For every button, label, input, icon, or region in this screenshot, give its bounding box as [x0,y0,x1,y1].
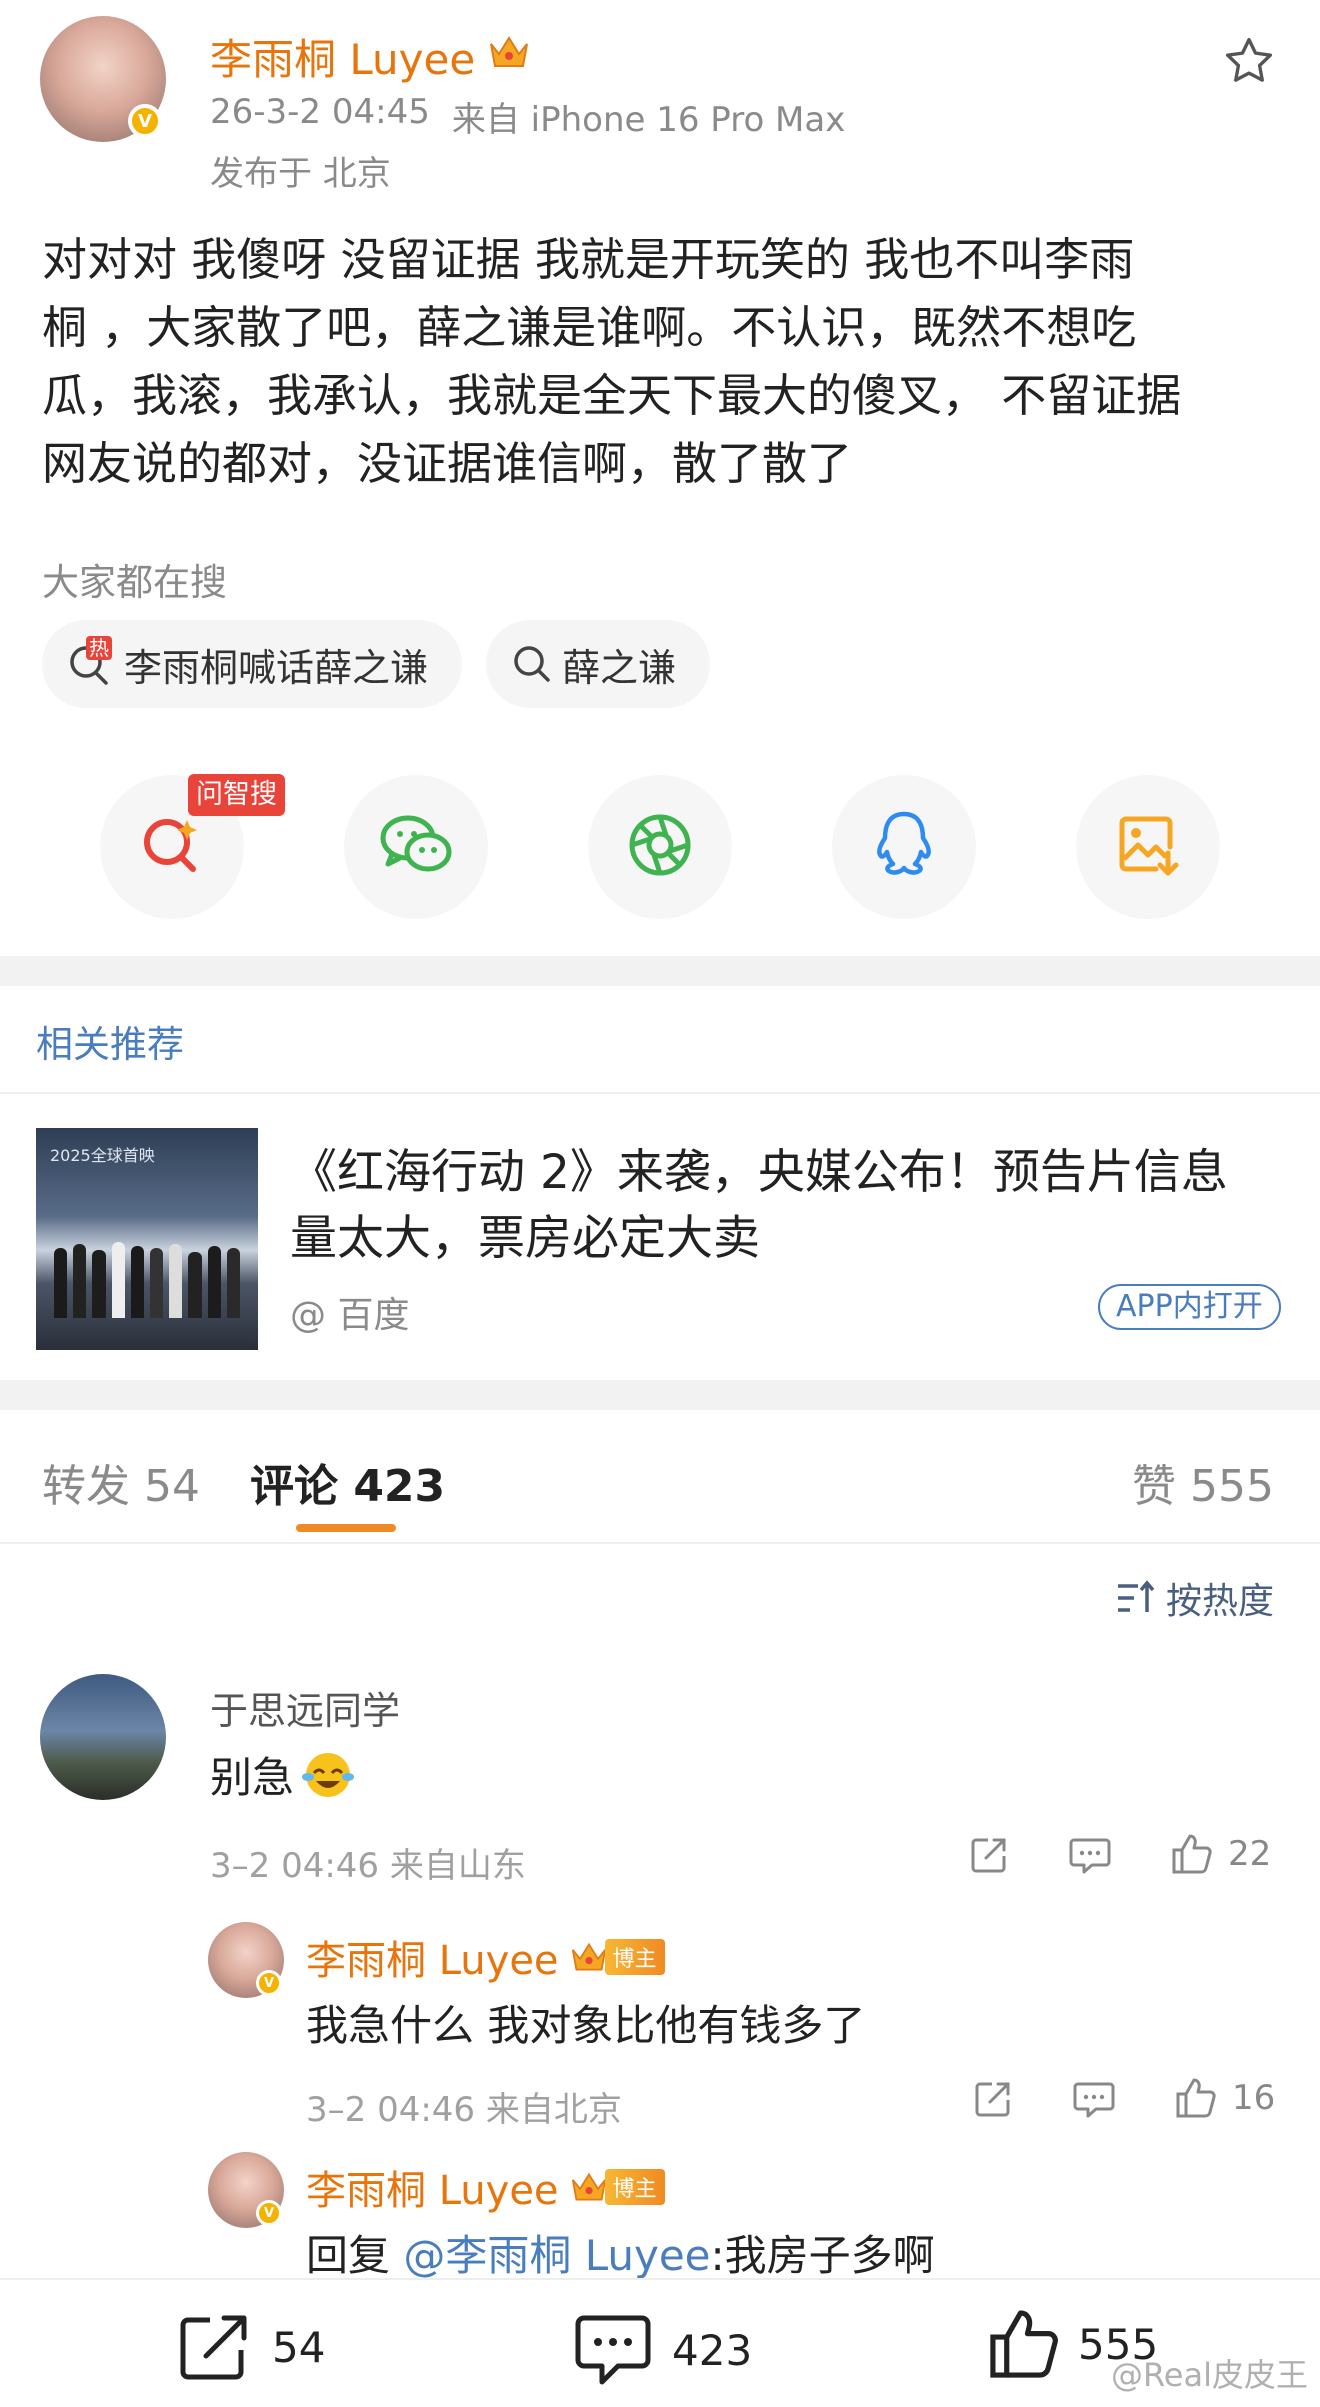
related-thumbnail: 2025全球首映 [36,1128,258,1350]
reply-text: 我急什么 我对象比他有钱多了 [306,2001,866,2050]
moments-icon [626,811,694,883]
comment-bubble-icon [1068,1836,1112,1880]
bottom-comment-button[interactable]: 423 [574,2314,752,2386]
thumbs-up-icon [1170,1832,1214,1876]
divider-line [0,1542,1320,1544]
post-text: 对对对 我傻呀 没留证据 我就是开玩笑的 我也不叫李雨 桐 ，大家散了吧，薛之谦… [42,226,1181,498]
post-text-line: 桐 ，大家散了吧，薛之谦是谁啊。不认识，既然不想吃 [42,301,1137,354]
thumbs-up-icon [986,2306,1062,2382]
post-location: 发布于 北京 [210,154,391,194]
reply-share-button[interactable] [972,2078,1014,2124]
comment-body: 别急 [210,1744,356,1805]
reply-like-button[interactable]: 16 [1174,2076,1275,2120]
reply-author-row[interactable]: 李雨桐 Luyee 博主 [306,1928,665,1986]
share-moments[interactable] [588,775,732,919]
related-title: 《红海行动 2》来袭，央媒公布！预告片信息 量太大，票房必定大卖 [290,1140,1228,1272]
search-icon [512,644,552,684]
verified-badge-icon: V [256,2200,282,2226]
reply-author-name[interactable]: 李雨桐 Luyee [306,2158,559,2216]
sort-icon [1116,1580,1156,1616]
crown-icon [487,32,531,82]
share-wechat[interactable] [344,775,488,919]
related-source: @ 百度 [290,1295,410,1336]
post-text-line: 网友说的都对，没证据谁信啊，散了散了 [42,437,853,490]
reply-author-row[interactable]: 李雨桐 Luyee 博主 [306,2158,665,2216]
crown-icon [569,2169,609,2205]
commenter-avatar[interactable] [40,1674,166,1800]
laughing-tears-emoji-icon [300,1749,356,1801]
verified-badge-icon: V [256,1970,282,1996]
hot-search-icon: 热 [68,636,112,686]
tab-comments[interactable]: 评论 423 [250,1450,445,1514]
post-meta: 26-3-2 04:45 来自 iPhone 16 Pro Max [210,92,845,141]
verified-badge-icon: V [128,104,162,138]
reply-prefix: 回复 [306,2231,404,2280]
bottom-action-bar: 54 423 555 @Real皮皮王 [0,2278,1320,2407]
wechat-icon [378,812,454,882]
post-time: 26-3-2 04:45 [210,92,430,132]
tab-repost[interactable]: 转发 54 [42,1450,200,1514]
reply-meta: 3–2 04:46 来自北京 [306,2090,622,2130]
thumbnail-caption: 2025全球首映 [50,1146,155,1165]
related-heading: 相关推荐 [36,1023,184,1066]
post-text-line: 对对对 我傻呀 没留证据 我就是开玩笑的 我也不叫李雨 [42,233,1135,286]
crown-icon [569,1939,609,1975]
app-open-button[interactable]: APP内打开 [1098,1284,1281,1330]
author-name-row[interactable]: 李雨桐 Luyee [210,26,531,87]
watermark: @Real皮皮王 [1111,2356,1308,2394]
bottom-repost-button[interactable]: 54 [176,2312,325,2382]
like-count: 22 [1228,1834,1272,1874]
mention-link[interactable]: @李雨桐 Luyee [403,2231,710,2280]
author-name[interactable]: 李雨桐 Luyee [210,26,475,87]
trending-tag-label: 薛之谦 [562,645,677,690]
repost-icon [176,2312,252,2382]
tab-likes[interactable]: 赞 555 [1132,1450,1274,1514]
share-icon [972,2078,1014,2124]
commenter-name[interactable]: 于思远同学 [210,1680,400,1735]
comment-like-button[interactable]: 22 [1170,1832,1271,1876]
trending-tag-1[interactable]: 热 李雨桐喊话薛之谦 [42,620,462,708]
comment-share-button[interactable] [968,1834,1010,1880]
trending-tag-2[interactable]: 薛之谦 [486,620,710,708]
comment-count: 423 [672,2325,753,2375]
post-source: 来自 iPhone 16 Pro Max [451,100,846,140]
blogger-badge: 博主 [604,2169,665,2205]
comment-bubble-icon [1072,2080,1116,2124]
section-divider [0,1380,1320,1410]
ai-search-badge: 问智搜 [188,774,285,816]
thumbnail-people [54,1238,241,1318]
tab-active-indicator [296,1524,396,1532]
share-icon [968,1834,1010,1880]
comment-reply-button[interactable] [1068,1836,1112,1880]
trending-tag-label: 李雨桐喊话薛之谦 [124,645,429,690]
reply-comment-button[interactable] [1072,2080,1116,2124]
reply-text: :我房子多啊 [710,2231,935,2280]
ai-search-icon [137,810,207,884]
comment-bubble-icon [574,2314,652,2386]
reply-author-name[interactable]: 李雨桐 Luyee [306,1928,559,1986]
save-image-icon [1116,813,1180,881]
thumbs-up-icon [1174,2076,1218,2120]
sort-label: 按热度 [1165,1581,1274,1622]
repost-count: 54 [272,2322,326,2372]
related-title-line: 量太大，票房必定大卖 [290,1211,760,1266]
comment-meta: 3–2 04:46 来自山东 [210,1846,526,1886]
sort-button[interactable]: 按热度 [1116,1572,1274,1624]
hot-badge: 热 [86,636,112,660]
share-qq[interactable] [832,775,976,919]
share-save-image[interactable] [1076,775,1220,919]
related-title-line: 《红海行动 2》来袭，央媒公布！预告片信息 [290,1145,1228,1200]
reply-body: 回复 @李雨桐 Luyee:我房子多啊 [306,2222,935,2283]
related-card[interactable]: 2025全球首映 《红海行动 2》来袭，央媒公布！预告片信息 量太大，票房必定大… [0,1094,1320,1362]
comment-text: 别急 [210,1753,295,1802]
like-count: 16 [1232,2078,1276,2118]
post-text-line: 瓜，我滚，我承认，我就是全天下最大的傻叉， 不留证据 [42,369,1182,422]
section-divider [0,956,1320,986]
favorite-star-icon[interactable] [1222,34,1276,92]
trending-heading: 大家都在搜 [42,561,227,604]
blogger-badge: 博主 [604,1939,665,1975]
qq-icon [873,810,935,884]
